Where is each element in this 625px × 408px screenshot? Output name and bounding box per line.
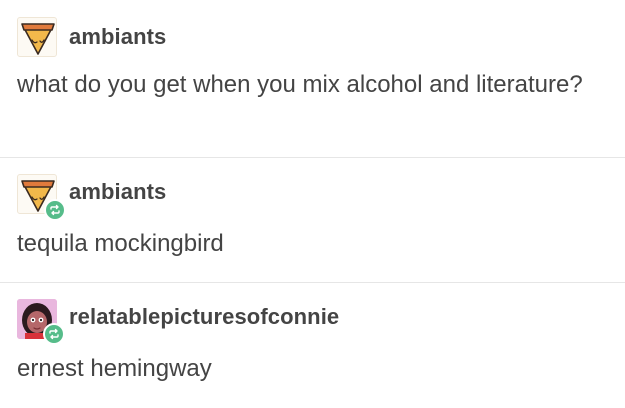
user-avatar[interactable] [17,299,65,345]
pizza-slice-icon [21,23,55,55]
reblog-icon [49,328,59,340]
post-thread: ambiants what do you get when you mix al… [0,0,625,408]
reblog-badge [44,199,66,221]
username[interactable]: relatablepicturesofconnie [69,304,339,330]
reblog-post: relatablepicturesofconnie ernest hemingw… [0,283,625,408]
reblog-badge [43,323,65,345]
username[interactable]: ambiants [69,24,166,50]
username[interactable]: ambiants [69,179,166,205]
reblog-icon [50,204,60,216]
user-avatar[interactable] [17,17,57,57]
user-avatar[interactable] [17,174,66,221]
post-text: ernest hemingway [17,355,212,382]
post-text: tequila mockingbird [17,230,224,257]
original-post: ambiants what do you get when you mix al… [0,0,625,158]
reblog-post: ambiants tequila mockingbird [0,158,625,283]
post-text: what do you get when you mix alcohol and… [17,71,583,98]
